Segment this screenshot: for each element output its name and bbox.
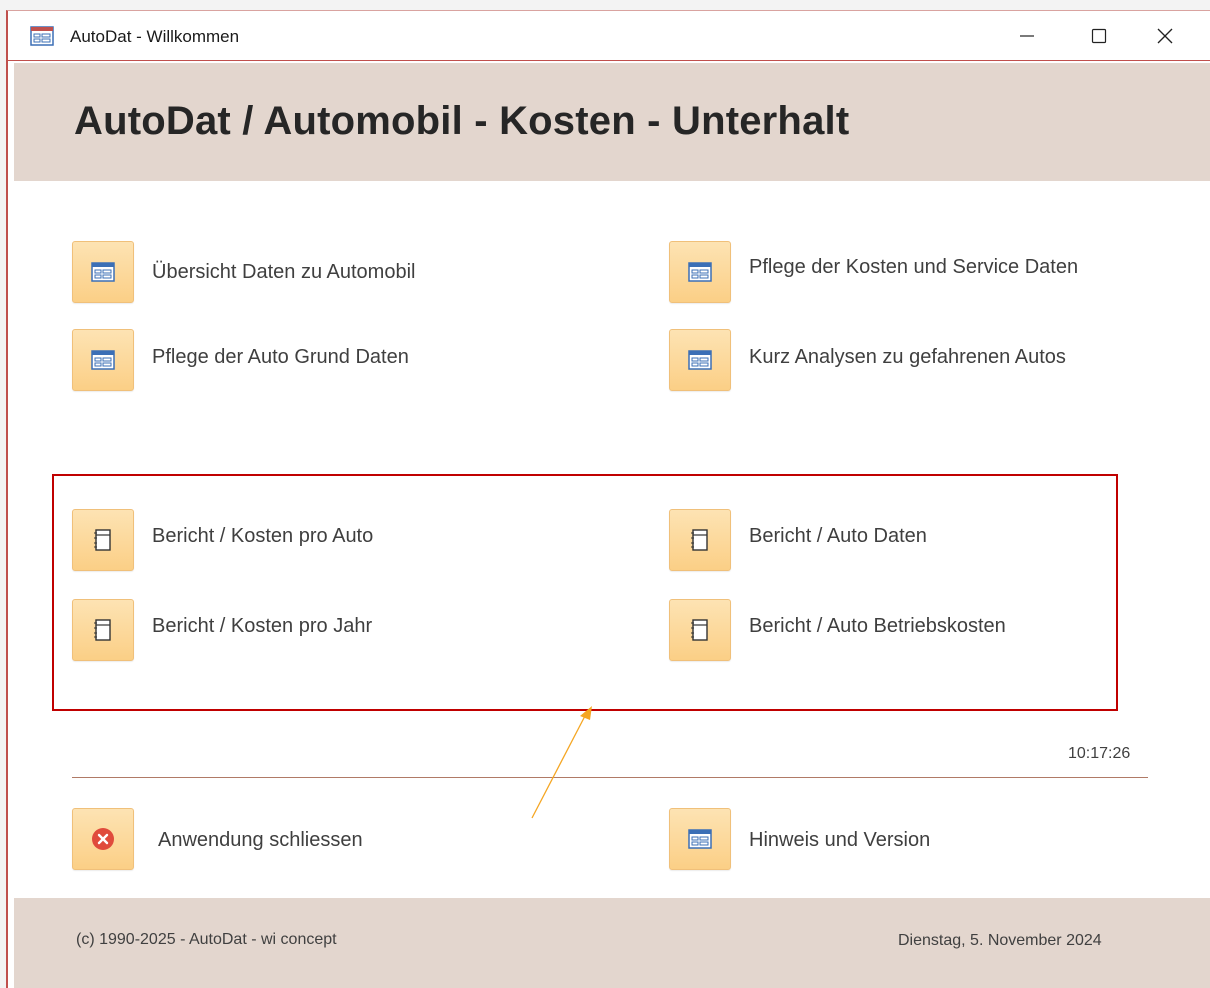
report-operating-costs-button[interactable] bbox=[669, 599, 731, 661]
header-band: AutoDat / Automobil - Kosten - Unterhalt bbox=[14, 63, 1210, 181]
minimize-icon bbox=[1020, 35, 1034, 37]
form-icon bbox=[688, 350, 712, 370]
report-costs-per-car-label[interactable]: Bericht / Kosten pro Auto bbox=[152, 525, 373, 548]
overview-car-data-button[interactable] bbox=[72, 241, 134, 303]
page-title: AutoDat / Automobil - Kosten - Unterhalt bbox=[74, 99, 850, 143]
form-icon bbox=[688, 262, 712, 282]
divider bbox=[72, 777, 1148, 778]
title-bar: AutoDat - Willkommen bbox=[8, 11, 1210, 61]
close-application-button[interactable] bbox=[72, 808, 134, 870]
overview-car-data-label[interactable]: Übersicht Daten zu Automobil bbox=[152, 261, 415, 284]
report-costs-per-year-label[interactable]: Bericht / Kosten pro Jahr bbox=[152, 615, 372, 638]
report-icon bbox=[691, 529, 708, 551]
report-icon bbox=[94, 529, 111, 551]
short-analyses-label[interactable]: Kurz Analysen zu gefahrenen Autos bbox=[749, 346, 1066, 369]
form-icon bbox=[688, 829, 712, 849]
report-icon bbox=[94, 619, 111, 641]
report-costs-per-year-button[interactable] bbox=[72, 599, 134, 661]
report-operating-costs-label[interactable]: Bericht / Auto Betriebskosten bbox=[749, 615, 1006, 638]
window-title: AutoDat - Willkommen bbox=[70, 27, 240, 46]
maintain-car-base-data-button[interactable] bbox=[72, 329, 134, 391]
short-analyses-button[interactable] bbox=[669, 329, 731, 391]
close-icon bbox=[1157, 28, 1173, 44]
current-date: Dienstag, 5. November 2024 bbox=[898, 932, 1102, 949]
report-car-data-button[interactable] bbox=[669, 509, 731, 571]
maintain-car-base-data-label[interactable]: Pflege der Auto Grund Daten bbox=[152, 346, 409, 369]
footer-band: (c) 1990-2025 - AutoDat - wi concept Die… bbox=[14, 898, 1210, 988]
notes-version-button[interactable] bbox=[669, 808, 731, 870]
clock-time: 10:17:26 bbox=[1068, 745, 1131, 762]
reports-highlight-box bbox=[52, 474, 1118, 711]
maintain-costs-service-button[interactable] bbox=[669, 241, 731, 303]
report-icon bbox=[691, 619, 708, 641]
copyright-text: (c) 1990-2025 - AutoDat - wi concept bbox=[76, 931, 337, 948]
report-car-data-label[interactable]: Bericht / Auto Daten bbox=[749, 525, 927, 548]
app-window: AutoDat - Willkommen AutoDat / Automobil… bbox=[6, 10, 1210, 988]
close-window-button[interactable] bbox=[1142, 21, 1188, 51]
report-costs-per-car-button[interactable] bbox=[72, 509, 134, 571]
maximize-icon bbox=[1091, 28, 1107, 44]
close-application-label[interactable]: Anwendung schliessen bbox=[158, 829, 363, 852]
minimize-button[interactable] bbox=[1004, 21, 1050, 51]
close-circle-icon bbox=[92, 828, 114, 850]
notes-version-label[interactable]: Hinweis und Version bbox=[749, 829, 930, 852]
form-icon bbox=[91, 262, 115, 282]
form-icon bbox=[91, 350, 115, 370]
maximize-button[interactable] bbox=[1076, 21, 1122, 51]
form-icon bbox=[30, 26, 54, 46]
maintain-costs-service-label[interactable]: Pflege der Kosten und Service Daten bbox=[749, 256, 1078, 279]
